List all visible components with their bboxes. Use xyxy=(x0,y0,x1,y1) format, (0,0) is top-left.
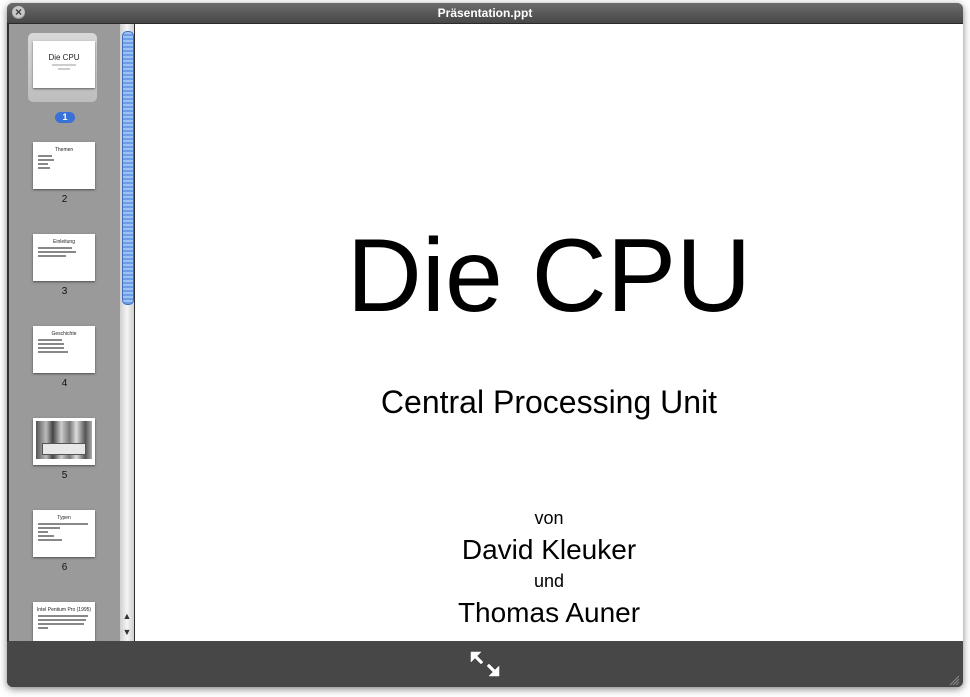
scrollbar-thumb[interactable] xyxy=(122,31,134,305)
thumbnail-text-line xyxy=(58,68,70,70)
thumbnail-text-line xyxy=(38,615,88,617)
bottom-toolbar xyxy=(7,641,963,687)
scroll-down-arrow-icon[interactable]: ▼ xyxy=(120,625,134,639)
slide-thumbnail-image[interactable]: Typen xyxy=(33,510,95,557)
slide-subtitle: Central Processing Unit xyxy=(380,384,718,420)
thumbnail-title: Themen xyxy=(54,147,74,153)
quicklook-window: × Präsentation.ppt Die CPU 1 Themen 2 Ei… xyxy=(7,3,963,687)
thumbnail-text-line xyxy=(38,535,54,537)
slide-preview: Die CPU Central Processing Unit von Davi… xyxy=(135,24,963,641)
thumbnail-title: Geschichte xyxy=(51,331,77,337)
thumbnail-text-line xyxy=(38,163,48,165)
thumbnail-text-line xyxy=(38,339,62,341)
thumbnail-text-line xyxy=(38,351,68,353)
slide-thumbnail-image[interactable]: Geschichte xyxy=(33,326,95,373)
slide-author-1: David Kleuker xyxy=(461,534,637,565)
slide-author-2: Thomas Auner xyxy=(457,597,641,628)
slide-number: 3 xyxy=(61,286,68,297)
slide-thumbnail-image[interactable] xyxy=(33,418,95,465)
thumbnail-text-line xyxy=(38,247,72,249)
thumbnail-text-line xyxy=(38,531,48,533)
fullscreen-icon[interactable] xyxy=(469,650,501,678)
thumbnail-title: Die CPU xyxy=(48,53,80,62)
slide-thumbnail-sidebar: Die CPU 1 Themen 2 Einleitung 3 Geschich… xyxy=(9,24,120,641)
scroll-up-arrow-icon[interactable]: ▲ xyxy=(120,609,134,623)
thumbnail-text-line xyxy=(52,64,76,66)
thumbnail-text-line xyxy=(38,527,60,529)
thumbnail-photo xyxy=(36,421,92,459)
title-bar[interactable]: × Präsentation.ppt xyxy=(7,3,963,24)
window-title: Präsentation.ppt xyxy=(437,6,533,20)
resize-grip-icon[interactable] xyxy=(949,673,960,686)
thumbnail-title: Intel Pentium Pro (1995) xyxy=(36,607,92,613)
slide-number: 6 xyxy=(61,562,68,573)
slide-thumbnail-image[interactable]: Einleitung xyxy=(33,234,95,281)
thumbnail-text-line xyxy=(38,539,62,541)
thumbnail-text-line xyxy=(38,251,76,253)
thumbnail-text-line xyxy=(38,159,54,161)
thumbnail-text-line xyxy=(38,623,84,625)
thumbnail-title: Typen xyxy=(57,515,71,521)
thumbnail-text-line xyxy=(38,627,48,629)
slide-thumbnail-image[interactable]: Intel Pentium Pro (1995) xyxy=(33,602,95,641)
slide-number: 5 xyxy=(61,470,68,481)
thumbnail-text-line xyxy=(38,255,66,257)
thumbnail-text-line xyxy=(38,343,64,345)
slide-title: Die CPU xyxy=(346,218,752,334)
sidebar-scrollbar[interactable]: ▲ ▼ xyxy=(120,24,134,641)
slide-number-badge: 1 xyxy=(55,112,75,123)
thumbnail-text-line xyxy=(38,347,64,349)
slide-thumbnail-image[interactable]: Themen xyxy=(33,142,95,189)
slide-by-label: von xyxy=(534,508,564,528)
thumbnail-text-line xyxy=(38,155,52,157)
slide-and-label: und xyxy=(533,571,565,591)
thumbnail-title: Einleitung xyxy=(53,239,75,245)
thumbnail-text-line xyxy=(38,523,88,525)
thumbnail-text-line xyxy=(38,167,50,169)
thumbnail-text-line xyxy=(38,619,86,621)
slide-number: 4 xyxy=(61,378,68,389)
slide-number: 2 xyxy=(61,194,68,205)
slide-thumbnail-image[interactable]: Die CPU xyxy=(33,41,95,88)
